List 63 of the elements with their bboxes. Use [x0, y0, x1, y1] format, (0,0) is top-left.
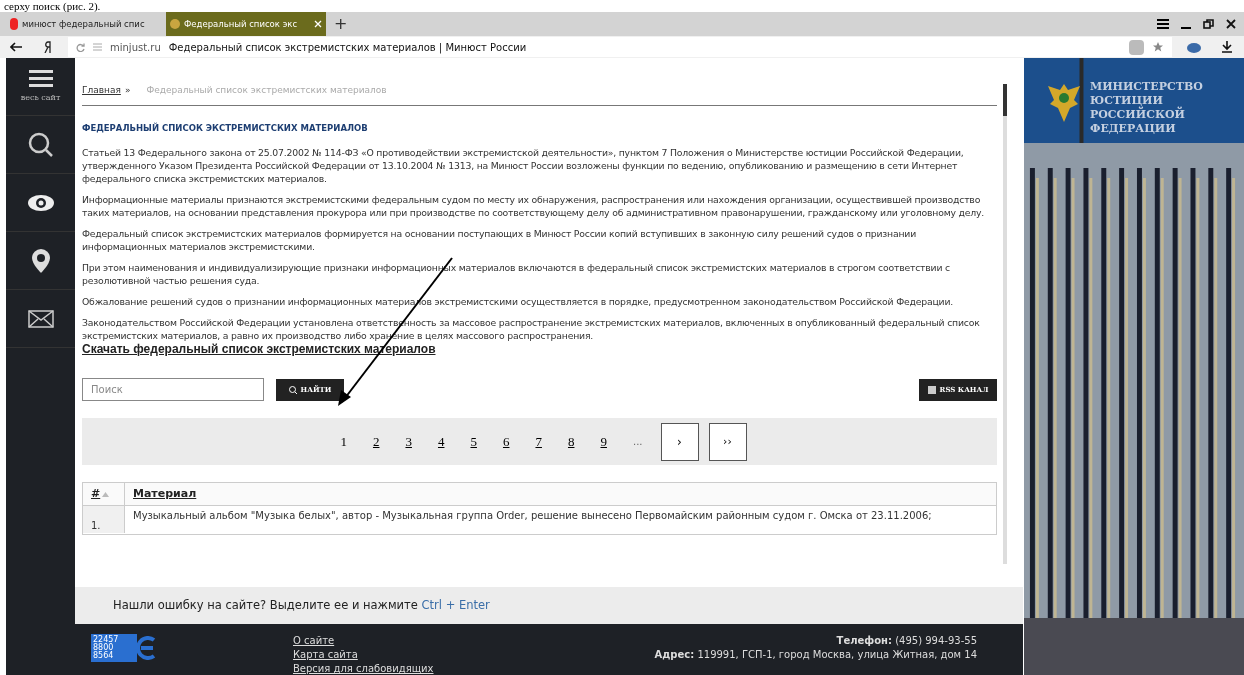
page-link[interactable]: 7	[527, 432, 550, 452]
page-title: Федеральный список экстремистских материалов | Минюст России	[168, 40, 527, 55]
page-link[interactable]: 3	[397, 432, 420, 452]
breadcrumb-current: Федеральный список экстремистских материалов	[146, 84, 387, 97]
last-page-button[interactable]: ››	[708, 422, 747, 461]
search-field[interactable]: Поиск	[82, 378, 264, 402]
address-text: Адрес: 119991, ГСП-1, город Москва, улица Житная, дом 14	[654, 648, 977, 662]
page-heading: ФЕДЕРАЛЬНЫЙ СПИСОК ЭКСТРЕМИСТСКИХ МАТЕРИАЛОВ	[82, 121, 369, 135]
pagination-ellipsis: ...	[631, 435, 644, 450]
search-engine-icon	[10, 18, 18, 30]
document-text: серху поиск (рис. 2).	[4, 0, 101, 12]
banner-title: ФЕДЕРАЦИИ	[1090, 122, 1177, 136]
mail-icon[interactable]	[27, 309, 54, 328]
banner-title: ЮСТИЦИИ	[1090, 94, 1163, 107]
menu-icon[interactable]	[28, 69, 53, 88]
paragraph: Информационные материалы признаются экстремистскими федеральным судом по месту их обнаружения, распространения или нахождения организации, осуществившей производство таких материалов, на основании представления прокурора или при производстве по соответствующему делу об административном правонарушении, гражданскому или уголовному делу.	[82, 193, 986, 220]
page-link[interactable]: 4	[429, 432, 453, 452]
browser-tab[interactable]: Федеральный список экс	[166, 12, 326, 36]
page-link[interactable]: 6	[494, 432, 518, 452]
paragraph: Федеральный список экстремистских материалов формируется на основании поступающих в Минюст России копий вступивших в законную силу решений судов о признании информационных материалов экстремистскими.	[82, 227, 917, 254]
page-link[interactable]: 1	[332, 432, 355, 452]
next-page-button[interactable]: ›	[660, 422, 699, 461]
menu-label[interactable]: весь сайт	[20, 91, 61, 104]
page-link[interactable]: 9	[592, 432, 615, 452]
search-icon	[288, 385, 297, 394]
extension-icon[interactable]	[1186, 41, 1202, 53]
scrollbar-thumb[interactable]	[1003, 84, 1007, 116]
page-link[interactable]: 5	[462, 432, 485, 452]
footer-link[interactable]: Карта сайта	[293, 648, 434, 662]
breadcrumb-link[interactable]: Главная	[82, 84, 121, 98]
url-domain: minjust.ru	[110, 40, 161, 55]
download-icon[interactable]	[1222, 41, 1232, 53]
menu-icon[interactable]	[1157, 19, 1169, 29]
table-cell: 1.	[83, 506, 125, 534]
visitor-counter: 22457 8800 8564	[91, 634, 137, 662]
page-link[interactable]: 8	[559, 432, 583, 452]
star-icon[interactable]	[1152, 41, 1164, 53]
location-pin-icon[interactable]	[30, 248, 51, 273]
counter-logo-icon	[137, 636, 157, 660]
column-header[interactable]: #	[91, 486, 101, 503]
footer-link[interactable]: Версия для слабовидящих	[293, 662, 434, 675]
table-cell-text: Музыкальный альбом "Музыка белых", автор - Музыкальная группа Order, решение вынесено Первомайским районным судом г. Омска от 23.11.2006;	[132, 509, 933, 524]
phone-text: Телефон: (495) 994-93-55	[836, 634, 977, 648]
new-tab-button[interactable]: +	[334, 12, 348, 36]
restore-icon[interactable]	[1203, 19, 1214, 29]
eye-icon[interactable]	[27, 194, 54, 211]
sort-icon	[102, 491, 110, 497]
breadcrumb-separator: »	[124, 84, 131, 97]
search-icon[interactable]	[27, 131, 54, 158]
reload-icon[interactable]	[76, 42, 85, 52]
banner-title: МИНИСТЕРСТВО	[1090, 80, 1203, 94]
footer-link[interactable]: О сайте	[293, 634, 434, 648]
address-bar[interactable]: minjust.ru Федеральный список экстремистских материалов | Минюст России	[68, 37, 1172, 57]
error-notice: Нашли ошибку на сайте? Выделите ее и нажмите Ctrl + Enter	[113, 596, 490, 614]
column-header[interactable]: Материал	[133, 486, 197, 503]
back-icon[interactable]	[10, 42, 22, 52]
banner-title: РОССИЙСКОЙ	[1090, 108, 1186, 122]
close-icon[interactable]	[1226, 19, 1236, 29]
emblem-icon	[170, 19, 180, 29]
paragraph: Статьей 13 Федерального закона от 25.07.2002 № 114-ФЗ «О противодействии экстремистской деятельности», пунктом 7 Положения о Министерстве юстиции Российской Федерации, утвержденного Указом Президента Российской Федерации от 13.10.2004 № 1313, на Минюст России возложены функции по ведению, опубликованию и размещению в сети Интернет федерального списка экстремистских материалов.	[82, 146, 965, 186]
yandex-icon[interactable]	[44, 41, 52, 53]
page-link[interactable]: 2	[364, 432, 388, 452]
page-icon	[93, 43, 102, 51]
